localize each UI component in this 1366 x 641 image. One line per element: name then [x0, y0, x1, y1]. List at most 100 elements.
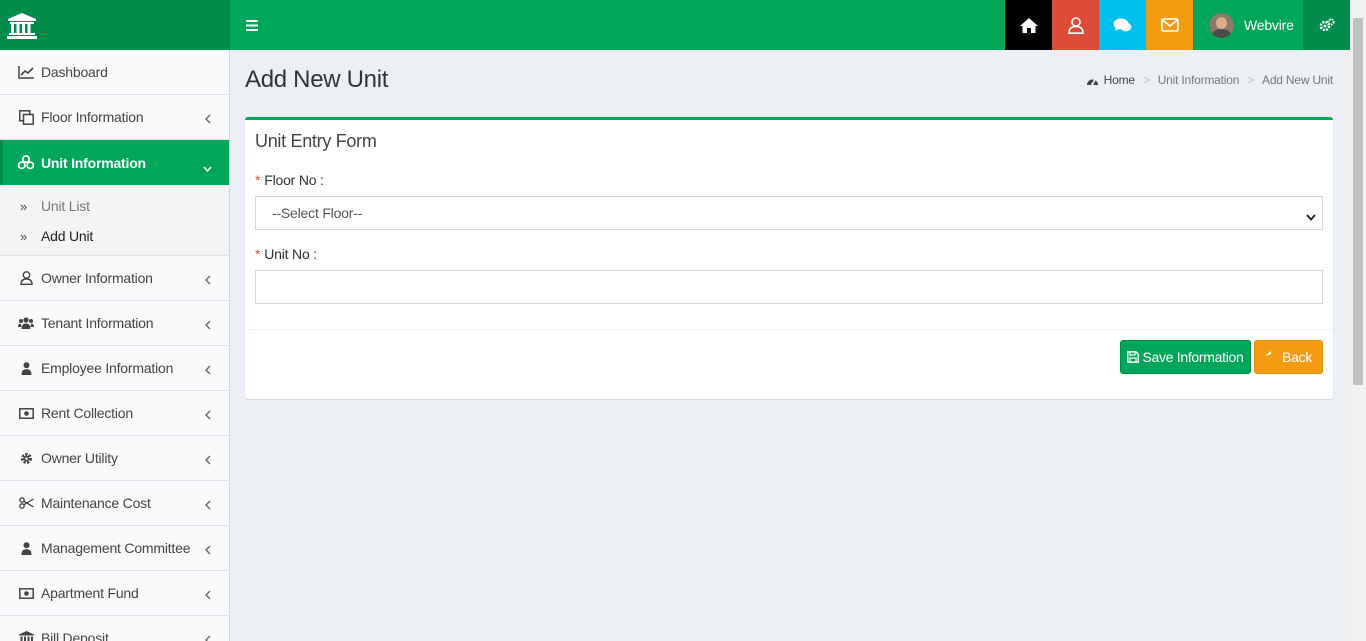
cog-icon — [18, 450, 34, 466]
sidebar-item-maintenance-cost[interactable]: Maintenance Cost — [0, 481, 229, 526]
scissors-icon — [18, 495, 34, 511]
chevron-down-icon — [1306, 208, 1316, 224]
chevron-left-icon — [205, 542, 211, 558]
logo[interactable] — [0, 0, 230, 50]
unit-entry-form-box: Unit Entry Form * Floor No : --Select Flo… — [245, 117, 1333, 399]
vertical-scrollbar[interactable] — [1350, 0, 1366, 641]
avatar — [1209, 12, 1234, 38]
floor-select-value: --Select Floor-- — [272, 205, 363, 221]
breadcrumb-separator: > — [1247, 73, 1255, 87]
user-icon — [18, 540, 34, 556]
gears-icon — [1319, 18, 1335, 32]
clone-icon — [18, 109, 34, 125]
envelope-icon — [1160, 18, 1179, 32]
save-information-label: Save Information — [1142, 349, 1244, 365]
comments-icon — [1113, 18, 1132, 31]
sidebar: Dashboard Floor Information Unit Informa… — [0, 50, 230, 641]
bars-icon — [246, 19, 258, 31]
chevron-left-icon — [205, 317, 211, 333]
chevron-left-icon — [205, 632, 211, 641]
unit-no-label-text: Unit No : — [264, 246, 317, 262]
back-label: Back — [1282, 349, 1312, 365]
chevron-left-icon — [205, 407, 211, 423]
sidebar-item-label: Floor Information — [41, 109, 144, 125]
chevron-left-icon — [205, 272, 211, 288]
mail-button[interactable] — [1146, 0, 1193, 50]
bank-icon — [18, 630, 34, 641]
reply-icon — [1265, 351, 1279, 363]
form-footer-divider — [245, 329, 1333, 330]
sidebar-item-owner-utility[interactable]: Owner Utility — [0, 436, 229, 481]
settings-button[interactable] — [1303, 0, 1350, 50]
sidebar-toggle-button[interactable] — [230, 0, 274, 50]
chevron-left-icon — [205, 362, 211, 378]
sidebar-subitem-label: Unit List — [41, 198, 90, 214]
floor-no-label-text: Floor No : — [264, 172, 324, 188]
sidebar-subitem-add-unit[interactable]: » Add Unit — [0, 221, 229, 251]
cubes-icon — [18, 155, 34, 171]
main-header: Webvire — [0, 0, 1350, 50]
sidebar-item-label: Tenant Information — [41, 315, 154, 331]
chevron-left-icon — [205, 111, 211, 127]
sidebar-item-bill-deposit[interactable]: Bill Deposit — [0, 616, 229, 641]
sidebar-item-dashboard[interactable]: Dashboard — [0, 50, 229, 95]
profile-button[interactable] — [1052, 0, 1099, 50]
chevron-left-icon — [205, 452, 211, 468]
page-title: Add New Unit — [245, 66, 389, 93]
chevron-left-icon — [205, 587, 211, 603]
sidebar-item-unit-information[interactable]: Unit Information — [0, 140, 229, 185]
sidebar-item-label: Rent Collection — [41, 405, 133, 421]
sidebar-item-label: Management Committee — [41, 540, 191, 556]
sidebar-item-label: Apartment Fund — [41, 585, 139, 601]
user-name: Webvire — [1244, 17, 1294, 33]
form-title: Unit Entry Form — [255, 131, 377, 151]
sidebar-item-label: Bill Deposit — [41, 630, 109, 641]
breadcrumb-current: Add New Unit — [1262, 73, 1333, 87]
sidebar-item-management-committee[interactable]: Management Committee — [0, 526, 229, 571]
sidebar-item-label: Employee Information — [41, 360, 174, 376]
sidebar-item-owner-information[interactable]: Owner Information — [0, 256, 229, 301]
navbar-custom-menu: Webvire — [1005, 0, 1350, 50]
sidebar-item-label: Owner Information — [41, 270, 153, 286]
sidebar-item-rent-collection[interactable]: Rent Collection — [0, 391, 229, 436]
sidebar-item-employee-information[interactable]: Employee Information — [0, 346, 229, 391]
angle-double-right-icon: » — [20, 228, 28, 244]
sidebar-item-apartment-fund[interactable]: Apartment Fund — [0, 571, 229, 616]
breadcrumb-unit-information-link[interactable]: Unit Information — [1158, 73, 1240, 87]
chevron-left-icon — [205, 497, 211, 513]
home-button[interactable] — [1005, 0, 1052, 50]
messages-button[interactable] — [1099, 0, 1146, 50]
line-chart-icon — [18, 64, 34, 80]
breadcrumb-home-link[interactable]: Home — [1086, 73, 1135, 87]
sidebar-subitem-label: Add Unit — [41, 228, 94, 244]
sidebar-item-label: Unit Information — [41, 154, 146, 171]
users-icon — [18, 315, 34, 331]
save-icon — [1127, 351, 1140, 363]
floor-no-label: * Floor No : — [255, 172, 324, 188]
sidebar-item-tenant-information[interactable]: Tenant Information — [0, 301, 229, 346]
sidebar-item-label: Dashboard — [41, 64, 108, 80]
money-icon — [18, 405, 34, 421]
dashboard-icon — [1086, 78, 1098, 85]
floor-select[interactable]: --Select Floor-- — [255, 196, 1323, 230]
sidebar-item-floor-information[interactable]: Floor Information — [0, 95, 229, 140]
unit-no-label: * Unit No : — [255, 246, 317, 262]
sidebar-subitem-unit-list[interactable]: » Unit List — [0, 191, 229, 221]
unit-no-input[interactable] — [255, 270, 1323, 304]
money-icon — [18, 585, 34, 601]
scrollbar-thumb[interactable] — [1353, 18, 1363, 385]
top-navbar: Webvire — [230, 0, 1350, 50]
user-outline-icon — [18, 270, 34, 286]
angle-double-right-icon: » — [20, 198, 28, 214]
breadcrumb-home-label: Home — [1103, 73, 1135, 87]
user-icon — [1067, 16, 1084, 34]
user-icon — [18, 360, 34, 376]
home-icon — [1019, 17, 1038, 33]
sidebar-item-label: Maintenance Cost — [41, 495, 151, 511]
save-information-button[interactable]: Save Information — [1120, 340, 1251, 374]
user-menu[interactable]: Webvire — [1193, 0, 1303, 50]
chevron-down-icon — [203, 159, 212, 175]
content-wrapper: Add New Unit Home > Unit Information > A… — [230, 50, 1350, 641]
unit-information-submenu: » Unit List » Add Unit — [0, 185, 229, 256]
back-button[interactable]: Back — [1254, 340, 1323, 374]
